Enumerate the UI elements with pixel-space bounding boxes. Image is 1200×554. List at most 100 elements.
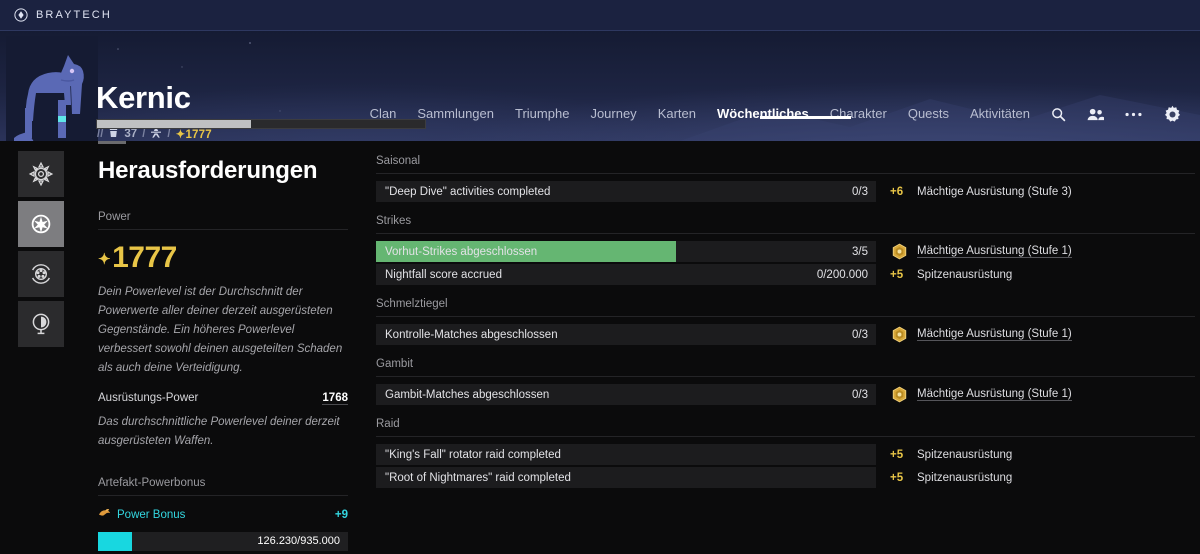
nav-item-aktivitaeten[interactable]: Aktivitäten (970, 106, 1030, 123)
challenge-label: Vorhut-Strikes abgeschlossen (376, 246, 537, 258)
main-content: Herausforderungen Power ✦ 1777 Dein Powe… (0, 141, 1200, 554)
artifact-progress-text: 126.230/935.000 (257, 535, 340, 547)
power-value-display: ✦ 1777 (98, 241, 348, 275)
nav-item-charakter[interactable]: Charakter (830, 106, 887, 123)
power-diamond-icon: ✦ (176, 129, 186, 141)
nav-item-quests[interactable]: Quests (908, 106, 949, 123)
challenge-group-rows: "Deep Dive" activities completed 0/3 +6 Mäc… (376, 181, 1195, 202)
character-name: Kernic (96, 82, 191, 113)
brand-name[interactable]: BRAYTECH (36, 9, 112, 21)
challenge-progress-track: Nightfall score accrued 0/200.000 (376, 264, 876, 285)
challenge-label: Nightfall score accrued (376, 269, 502, 281)
challenge-progress-track: "Root of Nightmares" raid completed (376, 467, 876, 488)
challenge-row[interactable]: "Root of Nightmares" raid completed +5 Spi… (376, 467, 1195, 488)
power-diamond-icon: ✦ (98, 250, 110, 268)
challenge-reward: Mächtige Ausrüstung (Stufe 1) (876, 384, 1195, 405)
reward-amount: +6 (890, 186, 908, 198)
challenge-label: Gambit-Matches abgeschlossen (376, 389, 549, 401)
challenges-list: Saisonal "Deep Dive" activities completed… (376, 155, 1195, 501)
challenge-group-label: Strikes (376, 215, 1195, 234)
challenge-progress-track: Vorhut-Strikes abgeschlossen3/5 (376, 241, 876, 262)
challenge-count: 0/200.000 (817, 269, 868, 281)
powerful-engram-icon (890, 326, 908, 343)
rail-item-hunter[interactable] (18, 251, 64, 297)
challenge-progress-track: Kontrolle-Matches abgeschlossen 0/3 (376, 324, 876, 345)
nav-item-triumphe[interactable]: Triumphe (515, 106, 569, 123)
title-rule (98, 141, 126, 144)
challenge-group-label: Raid (376, 418, 1195, 437)
challenge-count: 0/3 (852, 186, 868, 198)
challenge-reward: +5 Spitzenausrüstung (876, 467, 1195, 488)
artifact-section-label: Artefakt-Powerbonus (98, 477, 348, 496)
artifact-bonus-name-group: Power Bonus (98, 508, 185, 523)
nav-item-sammlungen[interactable]: Sammlungen (417, 106, 494, 123)
gear-power-row: Ausrüstungs-Power 1768 (98, 392, 348, 405)
gear-power-value: 1768 (322, 392, 348, 405)
artifact-bonus-name: Power Bonus (117, 509, 185, 521)
active-tab-indicator (760, 116, 851, 119)
challenge-row[interactable]: Gambit-Matches abgeschlossen 0/3 Mächtige … (376, 384, 1195, 405)
challenge-label: "King's Fall" rotator raid completed (376, 449, 561, 461)
top-navigation: Clan Sammlungen Triumphe Journey Karten … (370, 105, 1182, 124)
challenge-label: "Deep Dive" activities completed (376, 186, 550, 198)
challenge-group-rows: Gambit-Matches abgeschlossen 0/3 Mächtige … (376, 384, 1195, 405)
challenge-reward: +6 Mächtige Ausrüstung (Stufe 3) (876, 181, 1195, 202)
power-value: 1777 (112, 241, 177, 275)
search-icon[interactable] (1051, 107, 1066, 122)
challenge-progress-track: "King's Fall" rotator raid completed (376, 444, 876, 465)
rail-item-vault[interactable] (18, 301, 64, 347)
xp-progress-fill (97, 120, 251, 128)
challenge-label: Kontrolle-Matches abgeschlossen (376, 329, 558, 341)
challenge-reward: Mächtige Ausrüstung (Stufe 1) (876, 241, 1195, 262)
power-description: Dein Powerlevel ist der Durchschnitt der… (98, 283, 348, 378)
nav-item-journey[interactable]: Journey (590, 106, 636, 123)
challenge-row[interactable]: Vorhut-Strikes abgeschlossen3/5 Mächtige … (376, 241, 1195, 262)
rail-item-warlock[interactable] (18, 151, 64, 197)
reward-amount: +5 (890, 472, 908, 484)
brand-bar: BRAYTECH (0, 0, 1200, 31)
subtitle-sep-1: / (142, 128, 145, 140)
gear-icon[interactable] (1163, 105, 1182, 124)
nav-item-karten[interactable]: Karten (658, 106, 696, 123)
character-xp-progress-bar (96, 119, 426, 129)
challenge-label: "Root of Nightmares" raid completed (376, 472, 571, 484)
challenge-count: 0/3 (852, 329, 868, 341)
subtitle-prefix: // (97, 128, 103, 140)
challenge-group-label: Gambit (376, 358, 1195, 377)
challenge-row[interactable]: "King's Fall" rotator raid completed +5Sp… (376, 444, 1195, 465)
braytech-logo-icon[interactable] (14, 8, 28, 22)
artifact-progress-bar: 126.230/935.000 (98, 532, 348, 551)
hero-power-value: 1777 (185, 129, 211, 141)
rail-item-titan[interactable] (18, 201, 64, 247)
challenge-count: 0/3 (852, 389, 868, 401)
artifact-bonus-amount: +9 (335, 509, 348, 521)
challenge-reward: Mächtige Ausrüstung (Stufe 1) (876, 324, 1195, 345)
power-section-label: Power (98, 211, 348, 230)
artifact-icon (98, 508, 111, 523)
more-ellipsis-icon[interactable] (1125, 112, 1142, 117)
gear-power-description: Das durchschnittliche Powerlevel deiner … (98, 413, 348, 451)
reward-label: Mächtige Ausrüstung (Stufe 1) (917, 245, 1072, 258)
challenge-group-rows: "King's Fall" rotator raid completed +5 Sp… (376, 444, 1195, 488)
subtitle-sep-2: / (167, 128, 170, 140)
challenge-row[interactable]: Nightfall score accrued 0/200.000 +5 Spitze… (376, 264, 1195, 285)
challenge-group-label: Schmelztiegel (376, 298, 1195, 317)
people-icon[interactable] (1087, 107, 1104, 122)
challenge-row[interactable]: "Deep Dive" activities completed 0/3 +6 Mäc… (376, 181, 1195, 202)
reward-label: Mächtige Ausrüstung (Stufe 3) (917, 186, 1072, 198)
character-selector-rail (18, 151, 64, 347)
challenge-group-label: Saisonal (376, 155, 1195, 174)
challenge-reward: +5Spitzenausrüstung (876, 444, 1195, 465)
artifact-bonus-row[interactable]: Power Bonus +9 (98, 508, 348, 523)
challenge-group-rows: Vorhut-Strikes abgeschlossen3/5 Mächtige … (376, 241, 1195, 285)
nav-item-woechentliches[interactable]: Wöchentliches (717, 106, 809, 123)
artifact-progress-fill (98, 532, 132, 551)
challenge-progress-track: Gambit-Matches abgeschlossen 0/3 (376, 384, 876, 405)
challenge-progress-track: "Deep Dive" activities completed 0/3 (376, 181, 876, 202)
reward-amount: +5 (890, 269, 908, 281)
challenge-row[interactable]: Kontrolle-Matches abgeschlossen 0/3 Mächti… (376, 324, 1195, 345)
reward-label: Spitzenausrüstung (917, 472, 1012, 484)
powerful-engram-icon (890, 386, 908, 403)
power-panel: Herausforderungen Power ✦ 1777 Dein Powe… (98, 141, 348, 554)
reward-label: Spitzenausrüstung (917, 269, 1012, 281)
